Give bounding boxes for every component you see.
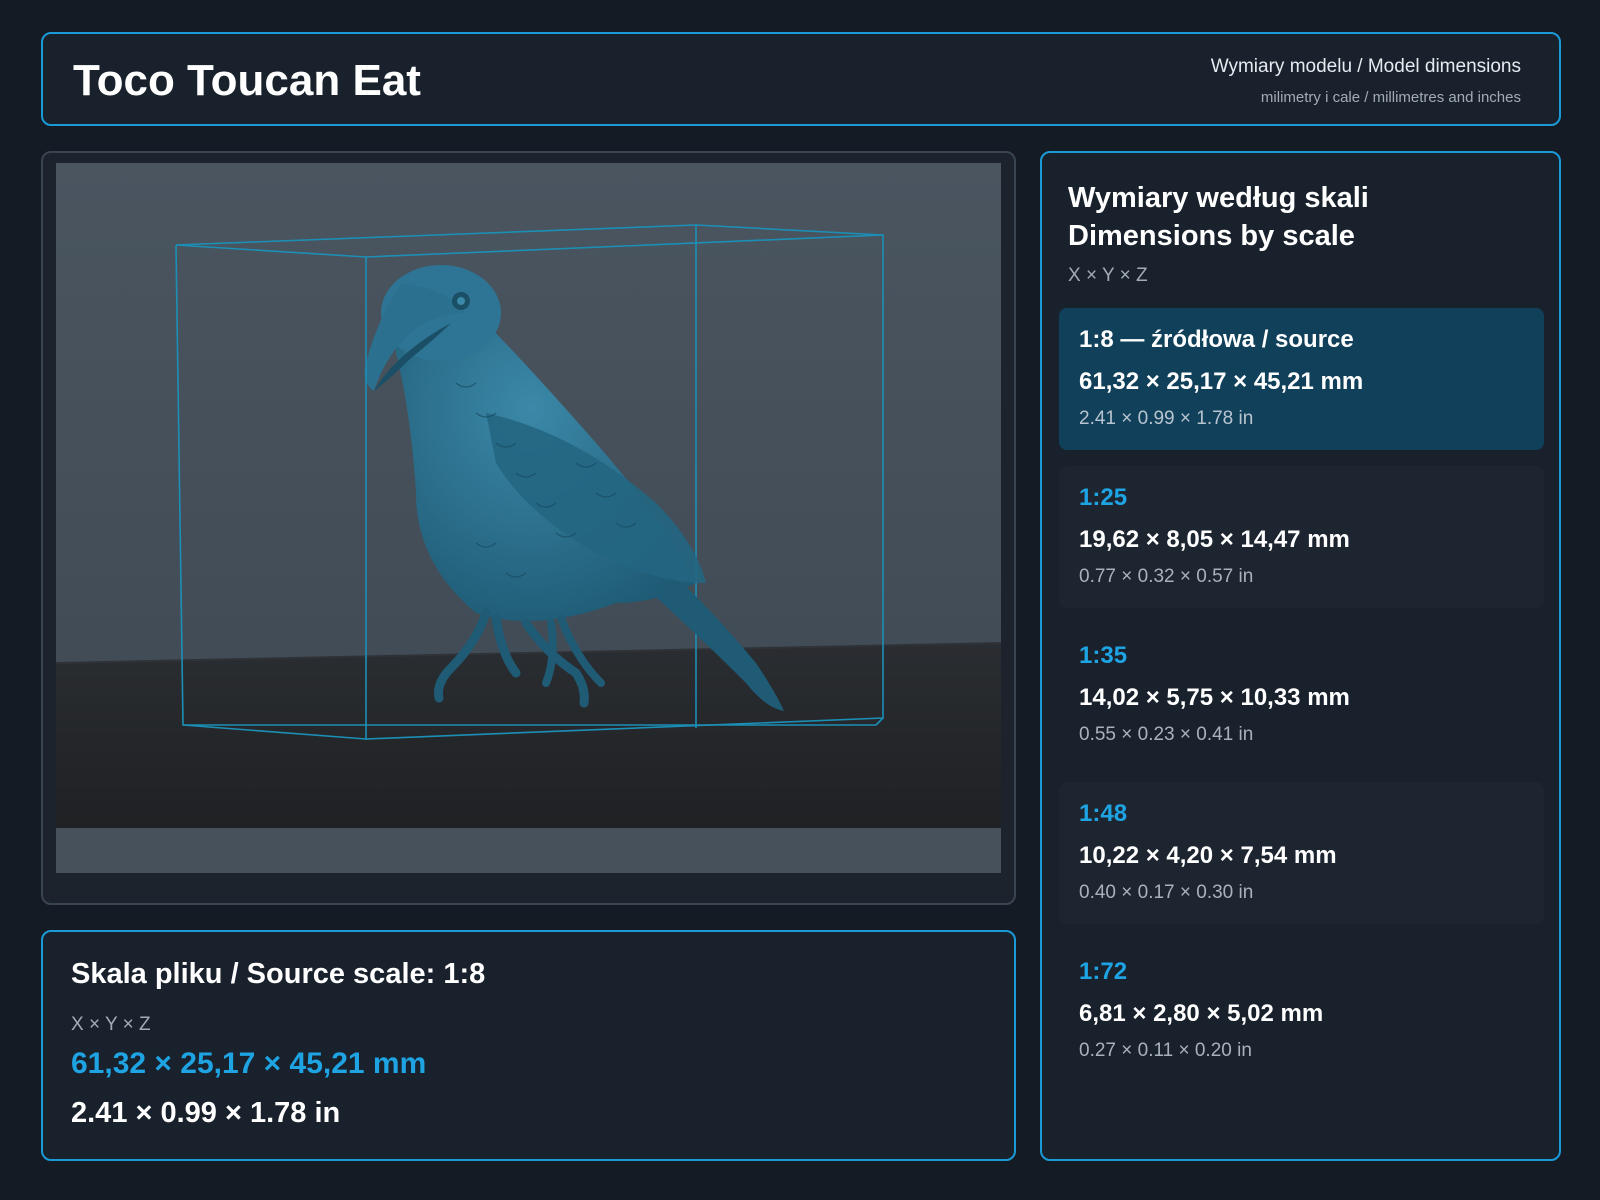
source-dimensions-in: 2.41 × 0.99 × 1.78 in <box>71 1097 341 1129</box>
source-dimensions-mm: 61,32 × 25,17 × 45,21 mm <box>71 1047 427 1080</box>
scales-axes-label: X × Y × Z <box>1068 265 1148 286</box>
scale-item-1-35[interactable]: 1:35 14,02 × 5,75 × 10,33 mm 0.55 × 0.23… <box>1059 624 1544 766</box>
source-scale-panel: Skala pliku / Source scale: 1:8 X × Y × … <box>41 930 1016 1161</box>
scale-item-1-48[interactable]: 1:48 10,22 × 4,20 × 7,54 mm 0.40 × 0.17 … <box>1059 782 1544 924</box>
scales-title-en: Dimensions by scale <box>1068 220 1355 252</box>
scale-dimensions-in: 0.40 × 0.17 × 0.30 in <box>1079 882 1254 903</box>
scale-dimensions-in: 0.77 × 0.32 × 0.57 in <box>1079 566 1254 587</box>
scale-dimensions-in: 2.41 × 0.99 × 1.78 in <box>1079 408 1254 429</box>
scale-item-1-25[interactable]: 1:25 19,62 × 8,05 × 14,47 mm 0.77 × 0.32… <box>1059 466 1544 608</box>
scale-dimensions-in: 0.27 × 0.11 × 0.20 in <box>1079 1040 1252 1061</box>
source-scale-label: Skala pliku / Source scale: 1:8 <box>71 958 486 990</box>
model-title: Toco Toucan Eat <box>73 56 421 105</box>
scale-dimensions-mm: 19,62 × 8,05 × 14,47 mm <box>1079 526 1350 553</box>
scales-panel: Wymiary według skali Dimensions by scale… <box>1040 151 1561 1161</box>
scale-dimensions-mm: 61,32 × 25,17 × 45,21 mm <box>1079 368 1364 395</box>
header-bar: Toco Toucan Eat Wymiary modelu / Model d… <box>41 32 1561 126</box>
scale-item-1-8[interactable]: 1:8 — źródłowa / source 61,32 × 25,17 × … <box>1059 308 1544 450</box>
scale-dimensions-mm: 6,81 × 2,80 × 5,02 mm <box>1079 1000 1324 1027</box>
scale-dimensions-mm: 10,22 × 4,20 × 7,54 mm <box>1079 842 1337 869</box>
header-subtitle: Wymiary modelu / Model dimensions <box>1210 56 1521 77</box>
scale-ratio: 1:35 <box>1079 642 1128 669</box>
header-info: Wymiary modelu / Model dimensions milime… <box>1211 56 1521 106</box>
scale-ratio: 1:8 — źródłowa / source <box>1079 326 1354 353</box>
scale-ratio: 1:48 <box>1079 800 1128 827</box>
scale-item-1-72[interactable]: 1:72 6,81 × 2,80 × 5,02 mm 0.27 × 0.11 ×… <box>1059 940 1544 1082</box>
model-viewer[interactable] <box>41 151 1016 905</box>
header-units-note: milimetry i cale / millimetres and inche… <box>1260 89 1521 106</box>
scale-ratio: 1:72 <box>1079 958 1128 985</box>
scale-dimensions-mm: 14,02 × 5,75 × 10,33 mm <box>1079 684 1350 711</box>
model-render <box>56 163 1001 873</box>
scales-panel-title: Wymiary według skali Dimensions by scale <box>1068 179 1369 255</box>
scale-dimensions-in: 0.55 × 0.23 × 0.41 in <box>1079 724 1254 745</box>
source-axes-label: X × Y × Z <box>71 1014 151 1035</box>
scale-ratio: 1:25 <box>1079 484 1128 511</box>
scales-title-pl: Wymiary według skali <box>1068 182 1369 214</box>
